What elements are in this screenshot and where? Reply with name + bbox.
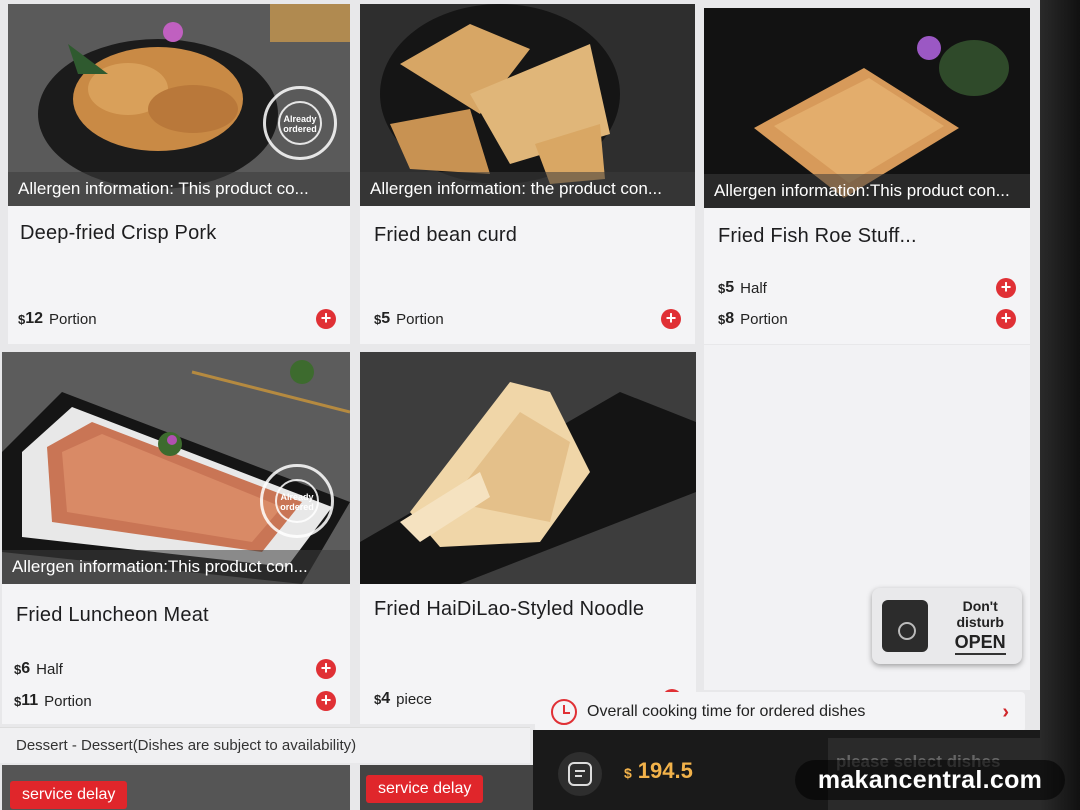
add-button[interactable]: + (316, 659, 336, 679)
order-list-icon (568, 762, 592, 786)
allergen-info: Allergen information:This product con... (2, 550, 350, 584)
dish-photo: Allergen information: the product con... (360, 4, 695, 206)
add-button[interactable]: + (996, 309, 1016, 329)
dish-card-fish-roe[interactable]: Allergen information:This product con...… (704, 8, 1030, 344)
dish-card-luncheon-meat[interactable]: Already ordered Allergen information:Thi… (2, 352, 350, 724)
allergen-info: Allergen information:This product con... (704, 174, 1030, 208)
cooking-time-bar[interactable]: Overall cooking time for ordered dishes … (535, 692, 1025, 732)
dish-name: Fried Fish Roe Stuff... (718, 225, 917, 247)
watermark: makancentral.com (795, 760, 1065, 800)
dnd-label: Don't disturb (956, 597, 1004, 630)
add-button[interactable]: + (316, 691, 336, 711)
dish-card-bean-curd[interactable]: Allergen information: the product con...… (360, 4, 695, 344)
price-row[interactable]: $ 5 Portion + (374, 307, 681, 331)
do-not-disturb-toggle[interactable]: Don't disturb OPEN (872, 588, 1022, 664)
dish-card-noodle[interactable]: Fried HaiDiLao-Styled Noodle $ 4 piece + (360, 352, 696, 724)
chevron-right-icon: › (1002, 700, 1009, 723)
dnd-status: OPEN (954, 632, 1006, 655)
dish-name: Fried HaiDiLao-Styled Noodle (374, 598, 645, 620)
price-row[interactable]: $ 8 Portion + (718, 307, 1016, 331)
price-row[interactable]: $ 12 Portion + (18, 307, 336, 331)
dish-name: Fried bean curd (374, 224, 518, 246)
dish-photo: Already ordered Allergen information:Thi… (2, 352, 350, 584)
dish-photo (360, 352, 696, 584)
order-total: $194.5 (624, 758, 693, 783)
dish-name: Deep-fried Crisp Pork (20, 222, 217, 244)
allergen-info: Allergen information: This product co... (8, 172, 350, 206)
price-row[interactable]: $ 5 Half + (718, 276, 1016, 300)
device-bezel (1040, 0, 1080, 810)
menu-screen: Already ordered Allergen information: Th… (0, 0, 1040, 810)
dish-photo: Already ordered Allergen information: Th… (8, 4, 350, 206)
service-delay-badge: service delay (366, 775, 484, 803)
door-hanger-icon (882, 600, 929, 652)
dessert-card-partial[interactable]: service delay (2, 765, 350, 810)
add-button[interactable]: + (316, 309, 336, 329)
already-ordered-stamp: Already ordered (263, 86, 337, 160)
add-button[interactable]: + (661, 309, 681, 329)
dessert-card-partial[interactable]: service delay (360, 765, 535, 810)
section-header-dessert: Dessert - Dessert(Dishes are subject to … (0, 727, 530, 763)
already-ordered-stamp: Already ordered (260, 464, 334, 538)
price-row[interactable]: $ 11 Portion + (14, 689, 336, 713)
dish-card-crisp-pork[interactable]: Already ordered Allergen information: Th… (8, 4, 350, 344)
add-button[interactable]: + (996, 278, 1016, 298)
cart-button[interactable] (558, 752, 602, 796)
dish-name: Fried Luncheon Meat (16, 604, 209, 626)
price-row[interactable]: $ 6 Half + (14, 657, 336, 681)
allergen-info: Allergen information: the product con... (360, 172, 695, 206)
dish-photo: Allergen information:This product con... (704, 8, 1030, 208)
service-delay-badge: service delay (10, 781, 128, 809)
clock-icon (551, 699, 577, 725)
cooking-time-label: Overall cooking time for ordered dishes (587, 703, 866, 720)
